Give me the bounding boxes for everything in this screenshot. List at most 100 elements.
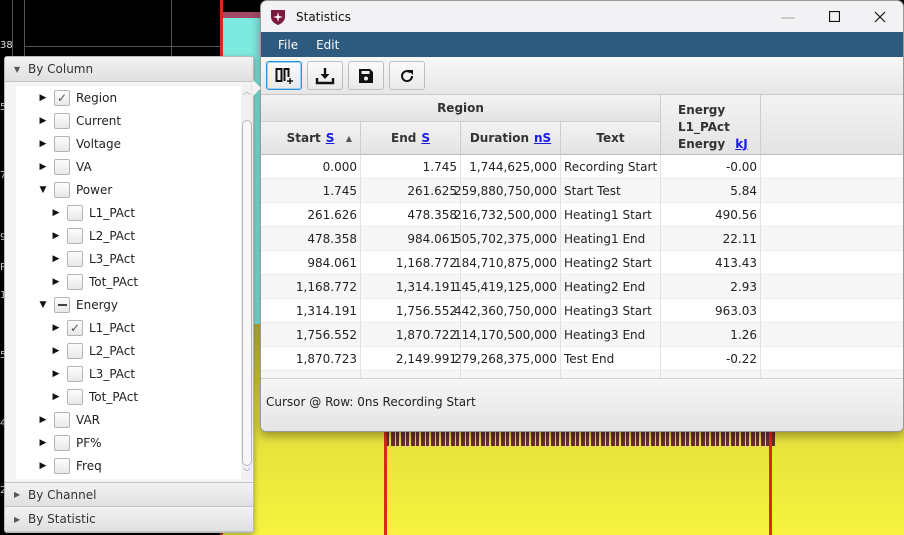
tree-item[interactable]: ▶ VA — [16, 155, 243, 178]
table-row[interactable]: 1.745 261.625 259,880,750,000 Start Test 5.8… — [261, 179, 903, 203]
cell-text: Heating1 Start — [561, 203, 661, 227]
table-row[interactable]: 261.626 478.358 216,732,500,000 Heating1 St… — [261, 203, 903, 227]
refresh-button[interactable] — [389, 61, 425, 90]
unit-link[interactable]: S — [421, 131, 430, 145]
expand-down-icon[interactable]: ▼ — [38, 185, 48, 195]
checkbox[interactable]: ✓ — [54, 89, 70, 106]
toolbar — [261, 57, 903, 95]
expand-right-icon[interactable]: ▶ — [38, 461, 48, 471]
cell-duration: 1,744,625,000 — [461, 155, 561, 179]
tree-item[interactable]: ▶ ✓ L1_PAct — [16, 316, 243, 339]
checkbox[interactable] — [67, 365, 83, 382]
checkbox[interactable] — [67, 388, 83, 405]
tree-item[interactable]: ▶ L1_PAct — [16, 201, 243, 224]
tree-item[interactable]: ▶ L3_PAct — [16, 362, 243, 385]
tree-item[interactable]: ▶ VAR — [16, 408, 243, 431]
expand-down-icon[interactable]: ▼ — [38, 300, 48, 310]
tree-item[interactable]: ▶ L2_PAct — [16, 224, 243, 247]
expand-right-icon[interactable]: ▶ — [51, 346, 61, 356]
expand-right-icon[interactable]: ▶ — [38, 139, 48, 149]
checkbox[interactable] — [54, 181, 70, 198]
tree-item[interactable]: ▶ Current — [16, 109, 243, 132]
expand-right-icon[interactable]: ▶ — [38, 415, 48, 425]
expand-right-icon[interactable]: ▶ — [38, 93, 48, 103]
expand-right-icon[interactable]: ▶ — [51, 369, 61, 379]
popup-pointer — [253, 80, 261, 96]
column-header-start[interactable]: Start S ▲ — [261, 122, 361, 155]
region-marker[interactable] — [384, 432, 387, 535]
checkbox[interactable] — [67, 204, 83, 221]
checkbox[interactable] — [67, 273, 83, 290]
scroll-down-icon[interactable]: ﹀ — [241, 467, 253, 479]
menu-file[interactable]: File — [278, 38, 298, 52]
tree-item[interactable]: ▶ Voltage — [16, 132, 243, 155]
cell-start: 1,168.772 — [261, 275, 361, 299]
checkbox[interactable]: ✓ — [67, 319, 83, 336]
export-button[interactable] — [307, 61, 343, 90]
column-header-end[interactable]: End S — [361, 122, 461, 155]
table-row[interactable]: 1,314.191 1,756.552 442,360,750,000 Heating… — [261, 299, 903, 323]
grid-line — [24, 0, 25, 60]
column-tree: ▶ ✓ Region ▶ Current ▶ Voltage ▶ VA ▼ Power ▶ L1_PAc… — [16, 86, 243, 479]
checkbox[interactable] — [54, 296, 70, 313]
checkbox[interactable] — [67, 227, 83, 244]
region-marker[interactable] — [769, 432, 772, 535]
section-by-column[interactable]: ▼ By Column — [5, 57, 253, 82]
tree-item[interactable]: ▶ Freq — [16, 454, 243, 477]
section-by-channel[interactable]: ▶ By Channel — [5, 482, 253, 507]
tree-item[interactable]: ▼ Power — [16, 178, 243, 201]
tree-item[interactable]: ▶ PF% — [16, 431, 243, 454]
checkbox[interactable] — [54, 434, 70, 451]
tree-item-label: Power — [76, 182, 113, 197]
expand-right-icon[interactable]: ▶ — [51, 254, 61, 264]
expand-right-icon[interactable]: ▶ — [51, 208, 61, 218]
cell-duration: 216,732,500,000 — [454, 203, 561, 227]
column-header-duration[interactable]: Duration nS — [461, 122, 561, 155]
expand-right-icon[interactable]: ▶ — [38, 162, 48, 172]
scrollbar-thumb[interactable] — [242, 120, 252, 466]
tree-item[interactable]: ▼ Energy — [16, 293, 243, 316]
tree-scrollbar[interactable]: ︿ ﹀ — [241, 86, 253, 479]
tree-item[interactable]: ▶ L2_PAct — [16, 339, 243, 362]
checkbox[interactable] — [54, 135, 70, 152]
save-button[interactable] — [348, 61, 384, 90]
menu-edit[interactable]: Edit — [316, 38, 339, 52]
expand-right-icon[interactable]: ▶ — [38, 116, 48, 126]
title-bar[interactable]: Statistics — — [261, 1, 903, 32]
expand-right-icon[interactable]: ▶ — [51, 392, 61, 402]
tree-item[interactable]: ▶ Tot_PAct — [16, 270, 243, 293]
unit-link[interactable]: kJ — [735, 137, 747, 151]
expand-right-icon[interactable]: ▶ — [51, 277, 61, 287]
table-row[interactable]: 1,870.723 2,149.991 279,268,375,000 Test En… — [261, 347, 903, 371]
column-header-text[interactable]: Text — [561, 122, 661, 155]
scroll-up-icon[interactable]: ︿ — [241, 86, 253, 98]
checkbox[interactable] — [67, 250, 83, 267]
checkbox[interactable] — [54, 411, 70, 428]
table-row[interactable]: 984.061 1,168.772 184,710,875,000 Heating2 … — [261, 251, 903, 275]
column-header-energy[interactable]: Energy L1_PAct Energy kJ — [661, 95, 761, 155]
table-row[interactable]: 0.000 1.745 1,744,625,000 Recording Start -0… — [261, 155, 903, 179]
checkbox[interactable] — [54, 158, 70, 175]
tree-item[interactable]: ▶ ✓ Region — [16, 86, 243, 109]
table-row[interactable]: 1,756.552 1,870.722 114,170,500,000 Heating… — [261, 323, 903, 347]
expand-right-icon[interactable]: ▶ — [51, 323, 61, 333]
cell-filler — [761, 203, 903, 227]
tree-item[interactable]: ▶ L3_PAct — [16, 247, 243, 270]
unit-link[interactable]: nS — [534, 131, 551, 145]
column-header-filler — [761, 95, 903, 155]
close-icon[interactable] — [857, 1, 903, 32]
checkbox[interactable] — [54, 112, 70, 129]
tree-item[interactable]: ▶ Tot_PAct — [16, 385, 243, 408]
table-row[interactable]: 478.358 984.061 505,702,375,000 Heating1 En… — [261, 227, 903, 251]
expand-right-icon[interactable]: ▶ — [38, 438, 48, 448]
add-column-button[interactable] — [266, 61, 302, 90]
checkbox[interactable] — [54, 457, 70, 474]
expand-right-icon[interactable]: ▶ — [51, 231, 61, 241]
section-by-statistic[interactable]: ▶ By Statistic — [5, 507, 253, 532]
download-icon — [315, 67, 335, 84]
table-row[interactable]: 1,168.772 1,314.191 145,419,125,000 Heating… — [261, 275, 903, 299]
unit-link[interactable]: S — [326, 131, 335, 145]
maximize-icon[interactable] — [811, 1, 857, 32]
checkbox[interactable] — [67, 342, 83, 359]
minimize-icon[interactable]: — — [765, 1, 811, 32]
